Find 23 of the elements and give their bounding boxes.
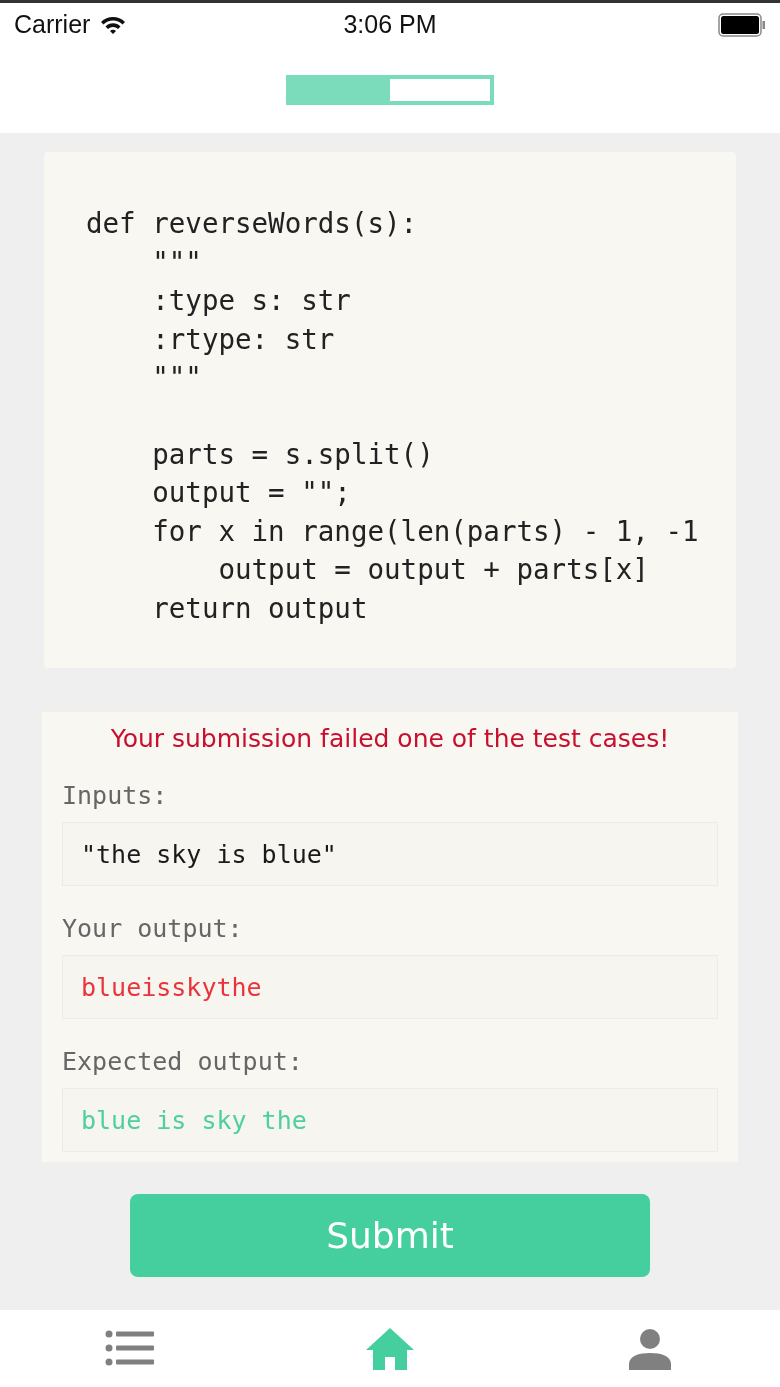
output-value: blue is sky the [62, 1088, 718, 1152]
wifi-icon [100, 14, 127, 35]
submit-button[interactable]: Submit [130, 1194, 650, 1277]
carrier-label: Carrier [14, 10, 91, 39]
home-icon [364, 1325, 416, 1372]
code-line: for x in range(len(parts) - 1, -1 [151, 513, 700, 549]
code-line: def reverseWords(s): [86, 206, 419, 241]
code-line: :type s: str [151, 283, 352, 318]
battery-icon [718, 12, 766, 37]
code-line: """ [151, 244, 203, 280]
code-line: output = ""; [151, 475, 352, 510]
code-line: parts = s.split() [151, 436, 435, 472]
output-value: blueisskythe [62, 955, 718, 1019]
field-label: Expected output: [62, 1047, 304, 1076]
output-value: "the sky is blue" [62, 822, 718, 886]
error-message: Your submission failed one of the test cases! [109, 724, 671, 753]
clock-time: 3:06 PM [343, 10, 437, 39]
field-label: Inputs: [62, 781, 169, 810]
code-line: return output [151, 590, 369, 626]
field-label: Your output: [62, 914, 244, 943]
code-line: """ [151, 360, 203, 395]
code-line: :rtype: str [151, 321, 336, 357]
code-line: output = output + parts[x] [217, 552, 650, 587]
